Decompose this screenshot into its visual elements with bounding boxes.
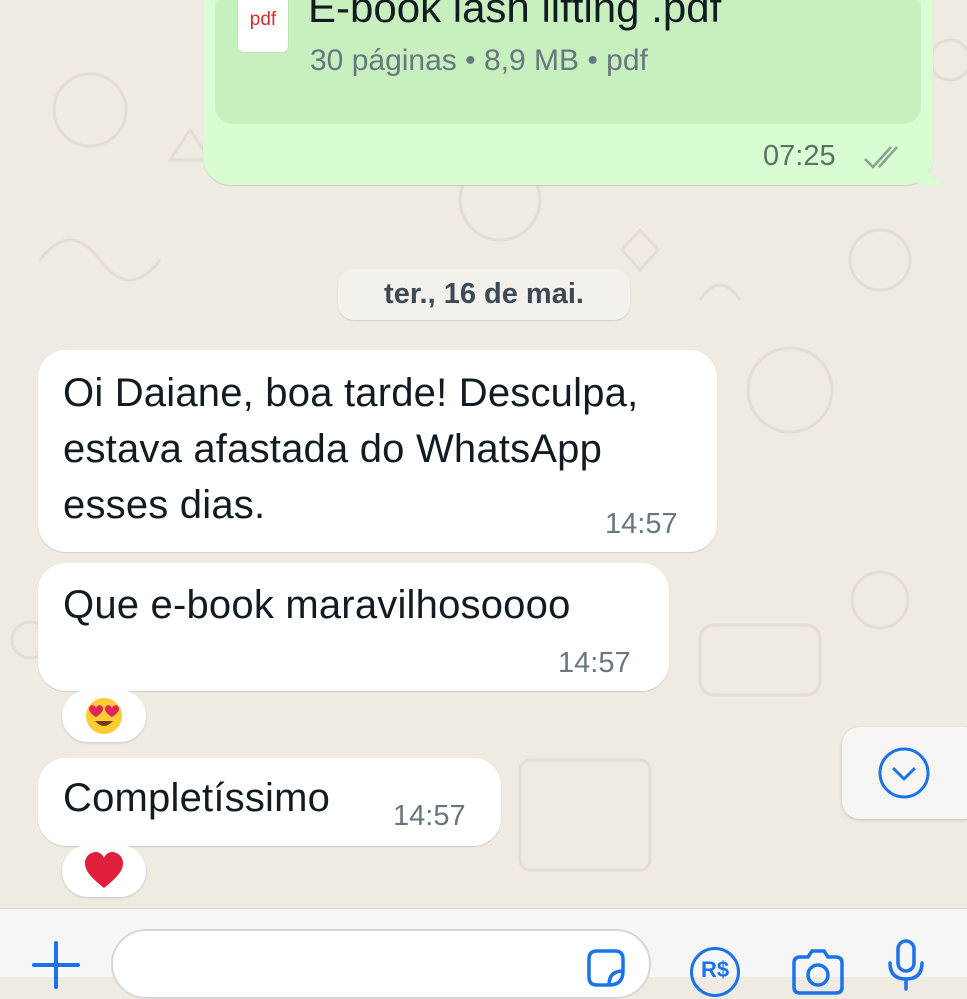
outgoing-file-message[interactable]: pdf E-book lash lifting .pdf 30 páginas … bbox=[203, 0, 933, 185]
incoming-message[interactable]: Completíssimo 14:57 bbox=[38, 758, 501, 846]
sticker-icon[interactable] bbox=[583, 945, 629, 991]
bubble-tail bbox=[918, 156, 946, 185]
microphone-icon[interactable] bbox=[884, 937, 928, 993]
message-time: 14:57 bbox=[558, 647, 631, 679]
reaction-badge[interactable] bbox=[62, 690, 146, 742]
red-heart-emoji-icon bbox=[85, 852, 123, 888]
chevron-down-circle-icon bbox=[878, 747, 930, 799]
pdf-attachment-card[interactable]: pdf E-book lash lifting .pdf 30 páginas … bbox=[215, 0, 921, 124]
incoming-message[interactable]: Que e-book maravilhosoooo 14:57 bbox=[38, 563, 669, 691]
plus-icon[interactable] bbox=[30, 939, 82, 991]
payment-icon[interactable]: R$ bbox=[690, 947, 740, 997]
message-time: 14:57 bbox=[605, 508, 678, 540]
reaction-badge[interactable] bbox=[62, 845, 146, 897]
message-line: Oi Daiane, boa tarde! Desculpa, bbox=[63, 371, 639, 415]
file-meta: 30 páginas • 8,9 MB • pdf bbox=[310, 44, 648, 77]
message-input[interactable] bbox=[111, 929, 651, 999]
message-time: 14:57 bbox=[393, 800, 466, 832]
scroll-to-bottom-button[interactable] bbox=[842, 727, 967, 819]
incoming-message[interactable]: Oi Daiane, boa tarde! Desculpa, estava a… bbox=[38, 350, 717, 552]
date-separator: ter., 16 de mai. bbox=[338, 269, 630, 320]
message-composer: R$ bbox=[0, 908, 967, 999]
message-line: estava afastada do WhatsApp bbox=[63, 427, 603, 471]
file-name: E-book lash lifting .pdf bbox=[308, 0, 722, 31]
message-time: 07:25 bbox=[763, 140, 836, 172]
double-check-icon bbox=[864, 146, 898, 169]
message-line: esses dias. bbox=[63, 483, 266, 527]
camera-icon[interactable] bbox=[790, 949, 846, 995]
payment-label: R$ bbox=[700, 957, 730, 982]
message-line: Completíssimo bbox=[63, 776, 331, 820]
pdf-file-icon: pdf bbox=[238, 0, 288, 52]
heart-eyes-emoji-icon bbox=[86, 698, 122, 734]
message-line: Que e-book maravilhosoooo bbox=[63, 583, 571, 627]
